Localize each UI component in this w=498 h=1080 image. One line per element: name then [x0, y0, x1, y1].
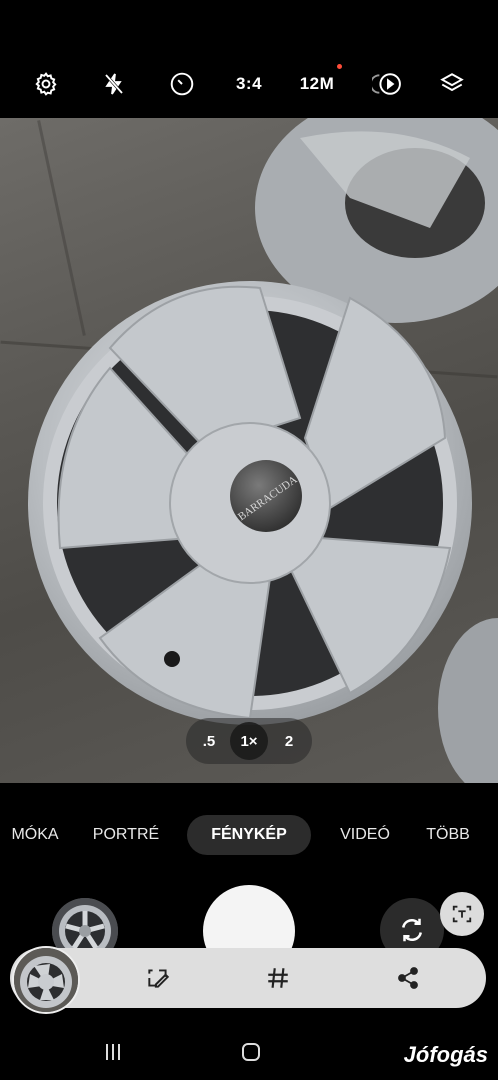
camera-viewfinder[interactable]: BARRACUDA: [0, 118, 498, 783]
notification-dot: [337, 64, 342, 69]
timer-button[interactable]: [166, 68, 198, 100]
wheel-rim-photo: BARRACUDA: [28, 118, 498, 783]
mode-video[interactable]: VIDEÓ: [336, 815, 394, 855]
gear-icon: [35, 72, 57, 96]
last-photo-image: [14, 948, 78, 1012]
zoom-option-05[interactable]: .5: [196, 718, 222, 764]
home-icon: [242, 1043, 260, 1061]
zoom-option-2[interactable]: 2: [276, 718, 302, 764]
mode-moka[interactable]: MÓKA: [6, 815, 64, 855]
edit-icon: [148, 969, 170, 988]
resolution-button[interactable]: 12M: [294, 68, 340, 100]
zoom-selector: .5 1× 2: [186, 718, 312, 764]
mode-fenykep[interactable]: FÉNYKÉP: [187, 815, 311, 855]
photo-action-bar: [10, 946, 486, 1014]
mode-tobb[interactable]: TÖBB: [420, 815, 476, 855]
recents-icon: [106, 1044, 120, 1060]
last-photo-thumbnail[interactable]: [12, 946, 80, 1014]
motion-photo-icon: [372, 73, 401, 95]
flash-off-icon: [104, 73, 124, 95]
hashtag-button[interactable]: [258, 958, 298, 998]
zoom-option-1x[interactable]: 1×: [230, 722, 268, 760]
mode-portre[interactable]: PORTRÉ: [90, 815, 162, 855]
recents-button[interactable]: [95, 1040, 131, 1064]
settings-button[interactable]: [30, 68, 62, 100]
hashtag-icon: [268, 968, 288, 988]
camera-mode-selector: MÓKA PORTRÉ FÉNYKÉP VIDEÓ TÖBB: [0, 815, 498, 855]
filters-button[interactable]: [436, 68, 468, 100]
edit-button[interactable]: [138, 958, 178, 998]
aspect-ratio-button[interactable]: 3:4: [226, 68, 272, 100]
motion-photo-button[interactable]: [370, 68, 406, 100]
flash-button[interactable]: [98, 68, 130, 100]
share-icon: [398, 967, 418, 989]
timer-icon: [170, 72, 194, 96]
scan-text-button[interactable]: [440, 892, 484, 936]
camera-top-bar: 3:4 12M: [0, 0, 498, 118]
layers-icon: [440, 73, 464, 92]
share-button[interactable]: [388, 958, 428, 998]
watermark: Jófogás: [403, 1042, 488, 1067]
scan-text-icon: [452, 905, 472, 923]
camera-flip-icon: [402, 918, 422, 942]
home-button[interactable]: [233, 1040, 269, 1064]
